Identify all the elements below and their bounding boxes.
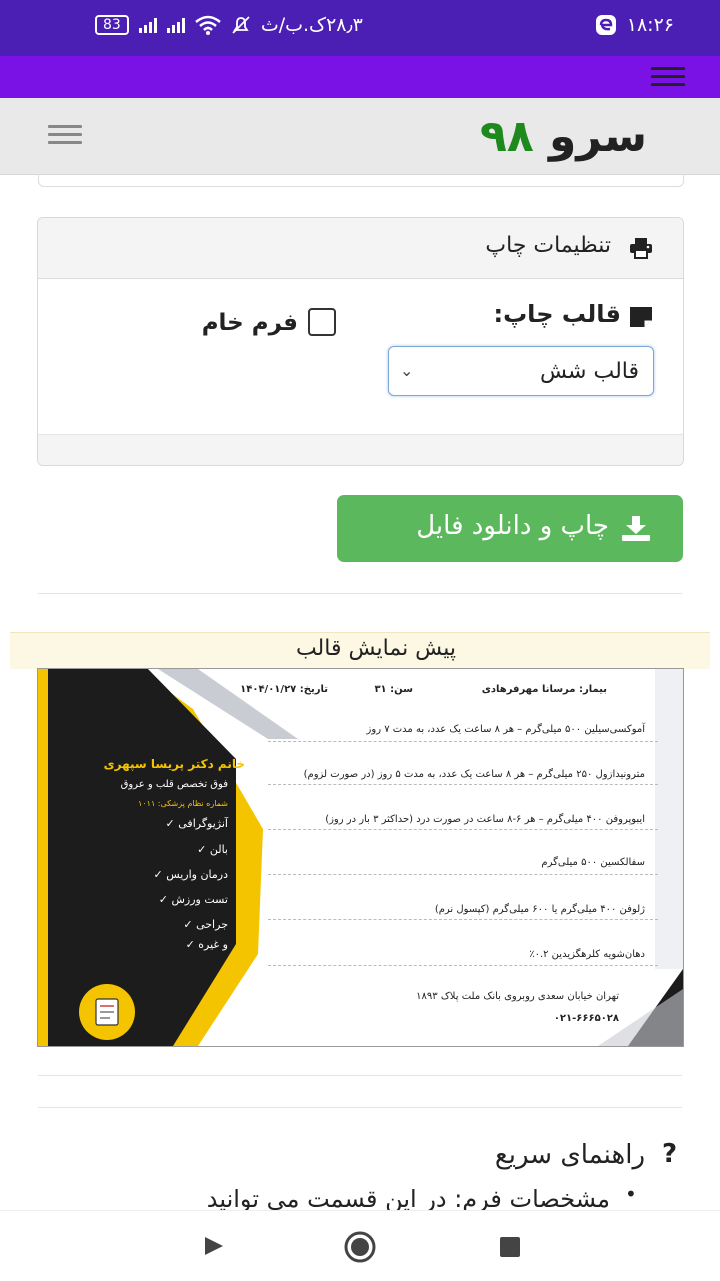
- signal-icon-2: [166, 17, 185, 33]
- patient-age: سن: ۳۱: [374, 684, 413, 695]
- top-menu-icon[interactable]: [651, 67, 685, 87]
- service-list: آنژیوگرافی ✓ بالن ✓ درمان واریس ✓ تست ور…: [98, 817, 228, 957]
- system-nav-bar: [0, 1210, 720, 1281]
- service-item: و غیره ✓: [185, 938, 228, 951]
- service-item: جراحی ✓: [183, 918, 228, 931]
- prescription-line: ایبوپروفن ۴۰۰ میلی‌گرم – هر ۶-۸ ساعت در …: [325, 814, 645, 825]
- clinic-address: تهران خیابان سعدی روبروی بانک ملت پلاک ۱…: [416, 991, 619, 1002]
- prescription-date: تاریخ: ۱۴۰۴/۰۱/۲۷: [240, 684, 328, 695]
- prescription-separator: [268, 741, 658, 742]
- wifi-icon: [195, 15, 221, 35]
- service-item: درمان واریس ✓: [153, 868, 228, 881]
- print-button-label: چاپ و دانلود فایل: [416, 511, 609, 541]
- previous-card-edge: [38, 174, 684, 187]
- recents-icon[interactable]: [499, 1236, 521, 1258]
- raw-form-checkbox[interactable]: [308, 308, 336, 336]
- back-icon[interactable]: [203, 1235, 225, 1257]
- app-notification-icon: [595, 15, 616, 35]
- site-logo[interactable]: سرو ۹۸: [480, 112, 647, 162]
- prescription-line: سفالکسین ۵۰۰ میلی‌گرم: [541, 857, 645, 868]
- clock: ۱۸:۲۶: [626, 14, 674, 36]
- doctor-license: شماره نظام پزشکی: ۱۰۱۱: [138, 799, 228, 808]
- status-bar: 83 ۲۸٫۳ک.ب/ث ۱۸:۲۶: [0, 0, 720, 56]
- service-item: تست ورزش ✓: [158, 893, 228, 906]
- service-item: آنژیوگرافی ✓: [165, 817, 228, 830]
- status-right: ۱۸:۲۶: [595, 14, 674, 36]
- site-header: سرو ۹۸: [0, 98, 720, 175]
- battery-icon: 83: [95, 15, 129, 35]
- logo-word: سرو: [549, 111, 648, 162]
- print-settings-panel: تنظیمات چاپ قالب چاپ: فرم خام قالب شش ⌄: [37, 217, 684, 466]
- prescription-separator: [268, 874, 658, 875]
- mute-bell-icon: [232, 16, 250, 34]
- prescription-separator: [268, 784, 658, 785]
- quick-guide: ? راهنمای سریع • مشخصات فرم: در این قسمت…: [40, 1130, 685, 1213]
- preview-title: پیش نمایش قالب: [295, 636, 456, 661]
- prescription-line: آموکسی‌سیلین ۵۰۰ میلی‌گرم – هر ۸ ساعت یک…: [366, 724, 645, 735]
- download-icon: [622, 516, 650, 541]
- patient-name: بیمار: مرسانا مهرفرهادی: [481, 684, 607, 695]
- template-select[interactable]: قالب شش: [388, 346, 654, 396]
- panel-header: تنظیمات چاپ: [38, 218, 683, 279]
- raw-form-label: فرم خام: [201, 310, 298, 336]
- printer-icon: [630, 238, 652, 259]
- doctor-name: خانم دکتر پریسا سپهری: [103, 757, 245, 771]
- guide-title: راهنمای سریع: [494, 1140, 645, 1170]
- print-download-button[interactable]: چاپ و دانلود فایل: [337, 495, 683, 562]
- prescription-line: ژلوفن ۴۰۰ میلی‌گرم یا ۶۰۰ میلی‌گرم (کپسو…: [434, 904, 645, 915]
- network-speed: ۲۸٫۳ک.ب/ث: [260, 14, 363, 36]
- prescription-line: دهان‌شویه کلرهگزیدین ۰.۲٪: [529, 949, 645, 960]
- template-preview: خانم دکتر پریسا سپهری فوق تخصص قلب و عرو…: [37, 668, 684, 1047]
- status-left: 83 ۲۸٫۳ک.ب/ث: [95, 14, 363, 36]
- question-icon: ?: [662, 1139, 678, 1169]
- template-icon: [630, 307, 652, 327]
- doctor-specialty: فوق تخصص قلب و عروق: [120, 779, 228, 790]
- signal-icon: [138, 17, 157, 33]
- divider: [38, 593, 682, 594]
- guide-item: مشخصات فرم: در این قسمت می توانید: [206, 1185, 610, 1213]
- prescription-line: مترونیدازول ۲۵۰ میلی‌گرم – هر ۸ ساعت یک …: [303, 769, 645, 780]
- prescription-separator: [268, 965, 658, 966]
- site-menu-icon[interactable]: [48, 125, 82, 145]
- home-icon[interactable]: [344, 1231, 376, 1263]
- service-item: بالن ✓: [197, 843, 228, 856]
- template-label: قالب چاپ:: [493, 300, 621, 328]
- clinic-phone: ۰۲۱-۶۶۶۵۰۲۸: [553, 1013, 619, 1024]
- prescription-separator: [268, 829, 658, 830]
- top-app-bar: [0, 56, 720, 98]
- panel-footer: [38, 434, 683, 465]
- prescription-separator: [268, 919, 658, 920]
- panel-title: تنظیمات چاپ: [485, 233, 611, 258]
- divider: [38, 1075, 682, 1076]
- preview-title-bar: پیش نمایش قالب: [10, 632, 710, 669]
- logo-number: ۹۸: [480, 111, 534, 162]
- bullet-icon: •: [625, 1182, 637, 1206]
- divider: [38, 1107, 682, 1108]
